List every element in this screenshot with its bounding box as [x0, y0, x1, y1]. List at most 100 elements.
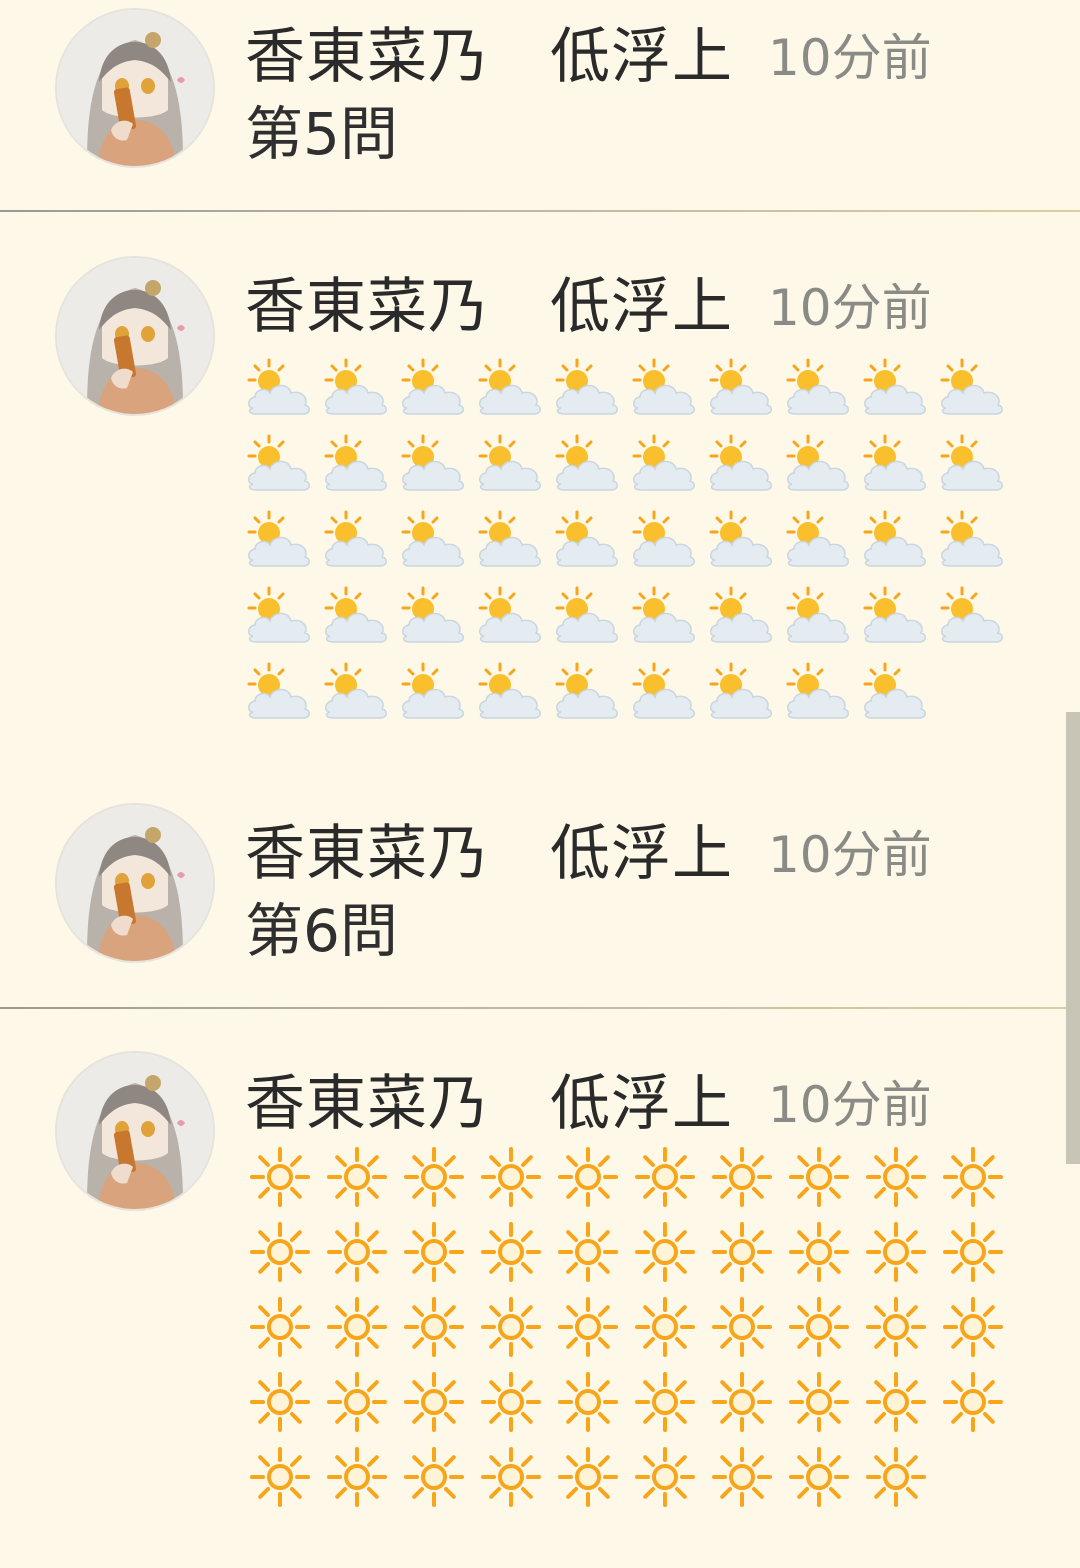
post-item[interactable]: 香東菜乃 低浮上 10分前: [0, 212, 1080, 757]
post-item[interactable]: 香東菜乃 低浮上 10分前 第6問: [0, 757, 1080, 1007]
avatar[interactable]: [55, 8, 215, 168]
sun-behind-cloud-icon: [399, 662, 469, 722]
sun-icon: [476, 1372, 546, 1432]
sun-icon: [630, 1222, 700, 1282]
post-item[interactable]: 香東菜乃 低浮上 10分前 第5問: [0, 0, 1080, 210]
sun-icon: [322, 1147, 392, 1207]
emoji-grid: [245, 358, 1025, 719]
sun-icon: [707, 1147, 777, 1207]
sun-behind-cloud-icon: [938, 434, 1008, 494]
post-timestamp: 10分前: [768, 279, 932, 337]
sun-icon: [399, 1147, 469, 1207]
sun-icon: [707, 1372, 777, 1432]
sun-behind-cloud-icon: [938, 358, 1008, 418]
sun-icon: [938, 1147, 1008, 1207]
avatar[interactable]: [55, 256, 215, 416]
sun-icon: [245, 1147, 315, 1207]
avatar[interactable]: [55, 1051, 215, 1211]
sun-icon: [245, 1447, 315, 1507]
sun-icon: [476, 1147, 546, 1207]
sun-behind-cloud-icon: [938, 586, 1008, 646]
sun-icon: [861, 1372, 931, 1432]
sun-behind-cloud-icon: [399, 358, 469, 418]
sun-icon: [322, 1297, 392, 1357]
sun-icon: [553, 1147, 623, 1207]
sun-icon: [630, 1297, 700, 1357]
sun-behind-cloud-icon: [476, 586, 546, 646]
sun-icon: [476, 1222, 546, 1282]
sun-behind-cloud-icon: [399, 434, 469, 494]
sun-behind-cloud-icon: [476, 434, 546, 494]
sun-icon: [630, 1147, 700, 1207]
post-item[interactable]: 香東菜乃 低浮上 10分前: [0, 1009, 1080, 1568]
sun-behind-cloud-icon: [861, 662, 931, 722]
sun-icon: [322, 1372, 392, 1432]
sun-icon: [245, 1372, 315, 1432]
post-text: 第6問: [245, 897, 398, 965]
sun-behind-cloud-icon: [476, 358, 546, 418]
sun-icon: [938, 1372, 1008, 1432]
post-author-name[interactable]: 香東菜乃 低浮上: [245, 272, 733, 342]
sun-behind-cloud-icon: [245, 662, 315, 722]
sun-behind-cloud-icon: [322, 510, 392, 570]
sun-behind-cloud-icon: [630, 434, 700, 494]
sun-behind-cloud-icon: [784, 358, 854, 418]
sun-icon: [861, 1147, 931, 1207]
sun-icon: [784, 1222, 854, 1282]
sun-behind-cloud-icon: [784, 662, 854, 722]
sun-icon: [399, 1222, 469, 1282]
post-timestamp: 10分前: [768, 826, 932, 884]
sun-icon: [707, 1297, 777, 1357]
sun-behind-cloud-icon: [553, 510, 623, 570]
sun-behind-cloud-icon: [476, 662, 546, 722]
sun-icon: [553, 1222, 623, 1282]
sun-behind-cloud-icon: [630, 358, 700, 418]
sun-behind-cloud-icon: [707, 662, 777, 722]
sun-icon: [553, 1372, 623, 1432]
sun-behind-cloud-icon: [784, 434, 854, 494]
sun-icon: [399, 1447, 469, 1507]
sun-icon: [861, 1447, 931, 1507]
post-timestamp: 10分前: [768, 29, 932, 87]
sun-icon: [630, 1372, 700, 1432]
sun-behind-cloud-icon: [630, 510, 700, 570]
post-timestamp: 10分前: [768, 1076, 932, 1134]
sun-behind-cloud-icon: [861, 434, 931, 494]
sun-icon: [938, 1222, 1008, 1282]
sun-icon: [476, 1297, 546, 1357]
sun-behind-cloud-icon: [245, 358, 315, 418]
sun-behind-cloud-icon: [245, 434, 315, 494]
sun-behind-cloud-icon: [553, 586, 623, 646]
sun-behind-cloud-icon: [861, 586, 931, 646]
post-author-name[interactable]: 香東菜乃 低浮上: [245, 1069, 733, 1139]
sun-icon: [784, 1297, 854, 1357]
post-author-name[interactable]: 香東菜乃 低浮上: [245, 819, 733, 889]
sun-behind-cloud-icon: [399, 510, 469, 570]
sun-icon: [861, 1297, 931, 1357]
sun-behind-cloud-icon: [784, 510, 854, 570]
sun-icon: [707, 1447, 777, 1507]
sun-behind-cloud-icon: [553, 358, 623, 418]
sun-icon: [707, 1222, 777, 1282]
sun-behind-cloud-icon: [245, 586, 315, 646]
sun-behind-cloud-icon: [707, 358, 777, 418]
scrollbar[interactable]: [1066, 712, 1080, 1164]
sun-icon: [553, 1447, 623, 1507]
timeline-feed: 香東菜乃 低浮上 10分前 第5問 香東菜乃 低浮上 10分前 香東菜乃 低浮上…: [0, 0, 1080, 1568]
sun-icon: [630, 1447, 700, 1507]
sun-icon: [784, 1147, 854, 1207]
sun-behind-cloud-icon: [707, 510, 777, 570]
sun-behind-cloud-icon: [322, 434, 392, 494]
sun-behind-cloud-icon: [707, 586, 777, 646]
sun-behind-cloud-icon: [707, 434, 777, 494]
sun-icon: [938, 1297, 1008, 1357]
sun-behind-cloud-icon: [399, 586, 469, 646]
sun-behind-cloud-icon: [630, 662, 700, 722]
post-text: 第5問: [245, 100, 398, 168]
post-author-name[interactable]: 香東菜乃 低浮上: [245, 22, 733, 92]
sun-behind-cloud-icon: [938, 510, 1008, 570]
sun-icon: [399, 1372, 469, 1432]
avatar[interactable]: [55, 803, 215, 963]
sun-icon: [245, 1297, 315, 1357]
sun-icon: [245, 1222, 315, 1282]
